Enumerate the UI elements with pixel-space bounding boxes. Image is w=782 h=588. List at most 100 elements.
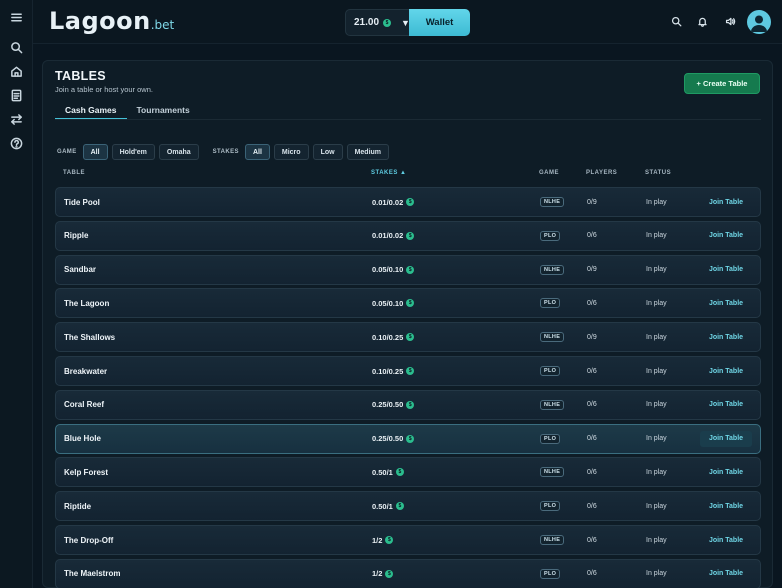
table-stakes: 0.50/1 $ [372, 492, 404, 520]
table-players: 0/6 [587, 570, 597, 578]
stakes-filter-low[interactable]: Low [312, 144, 343, 160]
table-row[interactable]: The Lagoon 0.05/0.10 $ PLO 0/6 In play Join Ta… [55, 288, 761, 319]
column-header-stakes[interactable]: STAKES ▲ [371, 170, 407, 176]
table-row[interactable]: Sandbar 0.05/0.10 $ NLHE 0/9 In play Join Tabl… [55, 254, 761, 285]
table-players: 0/6 [587, 468, 597, 476]
table-status: In play [646, 536, 667, 544]
table-players: 0/6 [587, 435, 597, 443]
swap-icon[interactable] [8, 111, 25, 128]
join-table-button[interactable]: Join Table [700, 430, 752, 447]
join-table-button[interactable]: Join Table [700, 464, 752, 480]
table-name: Coral Reef [64, 400, 105, 410]
balance-selector[interactable]: 21.00 $ ▼ [345, 9, 411, 36]
create-table-button[interactable]: + Create Table [684, 73, 760, 94]
coin-icon: $ [406, 400, 415, 409]
column-header-table[interactable]: TABLE [63, 170, 85, 176]
game-badge: PLO [540, 568, 561, 579]
tab-tournaments[interactable]: Tournaments [127, 101, 200, 120]
join-table-button[interactable]: Join Table [700, 498, 752, 514]
table-row[interactable]: The Maelstrom 1/2 $ PLO 0/6 In play Join Table [55, 558, 761, 588]
stakes-value: 0.01/0.02 [372, 231, 404, 241]
document-icon[interactable] [8, 87, 25, 104]
stakes-filter-medium[interactable]: Medium [346, 144, 390, 160]
coin-icon: $ [383, 18, 392, 27]
join-table-button[interactable]: Join Table [700, 397, 752, 413]
table-status: In play [646, 367, 667, 375]
stakes-value: 0.25/0.50 [372, 400, 404, 410]
stakes-value: 0.05/0.10 [372, 298, 404, 308]
join-table-button[interactable]: Join Table [700, 262, 752, 278]
stakes-value: 0.25/0.50 [372, 434, 404, 444]
table-row[interactable]: The Drop-Off 1/2 $ NLHE 0/6 In play Join Table [55, 525, 761, 555]
column-header-players[interactable]: PLAYERS [586, 170, 617, 176]
coin-icon: $ [406, 265, 415, 274]
table-game: NLHE [540, 188, 565, 216]
table-stakes: 0.05/0.10 $ [372, 289, 415, 317]
table-name: Riptide [64, 501, 92, 511]
join-table-button[interactable]: Join Table [700, 228, 752, 244]
join-table-button[interactable]: Join Table [700, 194, 752, 210]
join-table-button[interactable]: Join Table [700, 295, 752, 311]
home-icon[interactable] [8, 63, 25, 80]
table-row[interactable]: Coral Reef 0.25/0.50 $ NLHE 0/6 In play Join T… [55, 389, 761, 420]
volume-icon[interactable] [723, 14, 738, 29]
table-game: NLHE [540, 526, 565, 554]
stakes-filter-micro[interactable]: Micro [273, 144, 309, 160]
brand-logo[interactable]: Lagoon.bet [49, 7, 174, 35]
table-row[interactable]: Ripple 0.01/0.02 $ PLO 0/6 In play Join Table [55, 220, 761, 251]
table-game: PLO [540, 289, 561, 317]
coin-icon: $ [385, 569, 394, 578]
table-stakes: 0.01/0.02 $ [372, 188, 415, 216]
table-stakes: 0.10/0.25 $ [372, 323, 415, 351]
join-table-button[interactable]: Join Table [700, 532, 752, 548]
tabs-divider [55, 119, 761, 120]
table-stakes: 1/2 $ [372, 560, 394, 588]
table-stakes: 0.25/0.50 $ [372, 391, 415, 419]
wallet-button[interactable]: Wallet [409, 9, 470, 36]
bell-icon[interactable] [695, 14, 710, 29]
search-icon[interactable] [669, 14, 684, 29]
join-table-button[interactable]: Join Table [700, 566, 752, 582]
help-icon[interactable] [8, 135, 25, 152]
table-row[interactable]: Riptide 0.50/1 $ PLO 0/6 In play Join Table [55, 491, 761, 522]
game-filter-holdem[interactable]: Hold'em [111, 144, 155, 160]
table-row[interactable]: Blue Hole 0.25/0.50 $ PLO 0/6 In play Join Tab… [55, 423, 761, 454]
page-title: TABLES [55, 69, 106, 83]
menu-icon[interactable] [8, 9, 25, 26]
table-row[interactable]: Tide Pool 0.01/0.02 $ NLHE 0/9 In play Join Ta… [55, 187, 761, 217]
avatar[interactable] [747, 10, 771, 34]
stakes-value: 0.10/0.25 [372, 366, 404, 376]
join-table-button[interactable]: Join Table [700, 329, 752, 345]
table-status: In play [646, 232, 667, 240]
tab-cash-games[interactable]: Cash Games [55, 101, 127, 120]
stakes-value: 0.01/0.02 [372, 197, 404, 207]
game-filter-omaha[interactable]: Omaha [158, 144, 199, 160]
table-game: NLHE [540, 391, 565, 419]
balance-amount: 21.00 [354, 17, 380, 28]
search-icon[interactable] [8, 39, 25, 56]
table-row[interactable]: The Shallows 0.10/0.25 $ NLHE 0/9 In play Join… [55, 322, 761, 353]
column-header-game[interactable]: GAME [539, 170, 559, 176]
table-status: In play [646, 570, 667, 578]
column-header-status[interactable]: STATUS [645, 170, 671, 176]
table-name: Tide Pool [64, 197, 100, 207]
table-players: 0/9 [587, 333, 597, 341]
join-table-button[interactable]: Join Table [700, 363, 752, 379]
table-status: In play [646, 468, 667, 476]
table-row[interactable]: Kelp Forest 0.50/1 $ NLHE 0/6 In play Join Tab… [55, 457, 761, 488]
stakes-value: 1/2 [372, 535, 383, 545]
coin-icon: $ [406, 231, 415, 240]
table-game: PLO [540, 357, 561, 385]
game-badge: PLO [540, 230, 561, 241]
filter-bar: GAME All Hold'em Omaha STAKES All Micro … [57, 144, 393, 160]
brand-logo-text: Lagoon [49, 7, 151, 35]
table-stakes: 0.50/1 $ [372, 458, 404, 486]
table-header: TABLE STAKES ▲ GAME PLAYERS STATUS [55, 170, 761, 182]
coin-icon: $ [385, 536, 394, 544]
game-filter-all[interactable]: All [82, 144, 108, 160]
table-players: 0/6 [587, 401, 597, 409]
stakes-value: 0.10/0.25 [372, 332, 404, 342]
table-status: In play [646, 299, 667, 307]
table-row[interactable]: Breakwater 0.10/0.25 $ PLO 0/6 In play Join Ta… [55, 356, 761, 386]
stakes-filter-all[interactable]: All [244, 144, 270, 160]
